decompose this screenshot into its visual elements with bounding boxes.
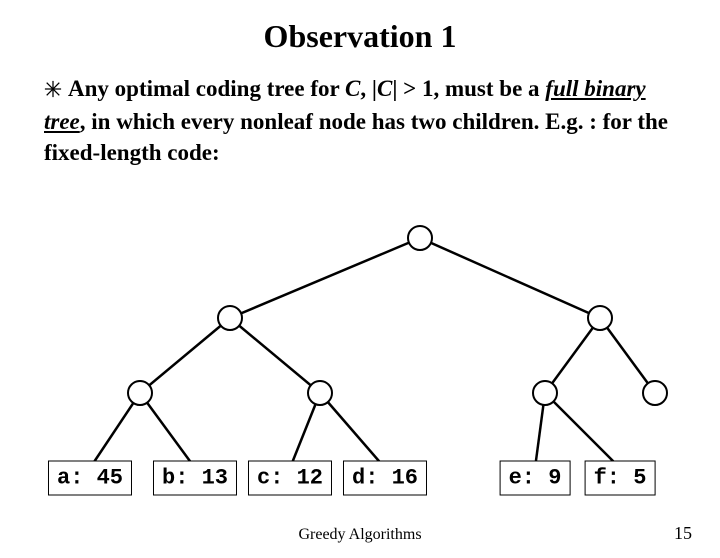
text-C2: C: [377, 76, 392, 101]
footer-text: Greedy Algorithms: [298, 526, 421, 544]
leaf-c: c: 12: [248, 461, 332, 496]
page-number: 15: [674, 523, 692, 544]
leaf-d: d: 16: [343, 461, 427, 496]
asterisk-bullet-icon: [44, 75, 62, 106]
tree-node-LL: [127, 380, 153, 406]
leaf-f: f: 5: [585, 461, 656, 496]
observation-text: Any optimal coding tree for C, |C| > 1, …: [44, 73, 676, 168]
tree-node-RL: [532, 380, 558, 406]
page-title: Observation 1: [0, 18, 720, 55]
tree-node-L: [217, 305, 243, 331]
text-rest: , in which every nonleaf node has two ch…: [44, 109, 668, 165]
text-mid1: , |: [360, 76, 377, 101]
leaf-b: b: 13: [153, 461, 237, 496]
tree-node-LR: [307, 380, 333, 406]
text-pre: Any optimal coding tree for: [68, 76, 345, 101]
coding-tree: a: 45 b: 13 c: 12 d: 16 e: 9 f: 5: [0, 218, 720, 518]
text-mid2: | > 1, must be a: [392, 76, 545, 101]
leaf-e: e: 9: [500, 461, 571, 496]
tree-node-R: [587, 305, 613, 331]
leaf-a: a: 45: [48, 461, 132, 496]
tree-node-RR: [642, 380, 668, 406]
text-C: C: [345, 76, 360, 101]
tree-node-root: [407, 225, 433, 251]
